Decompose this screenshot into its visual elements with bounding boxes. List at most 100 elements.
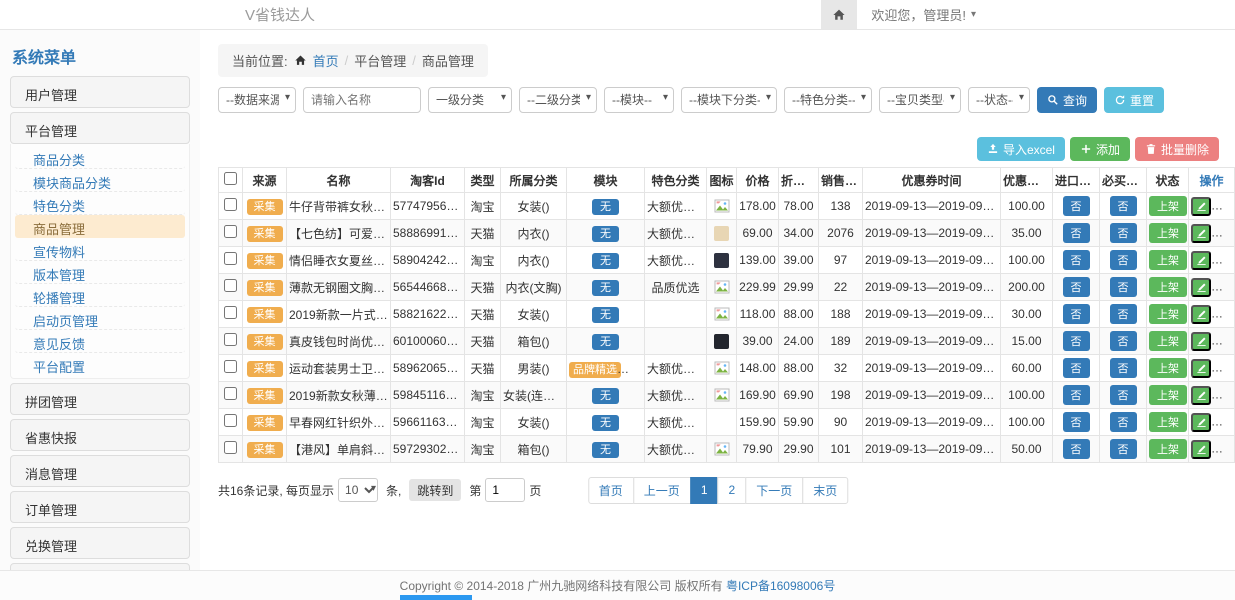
must-buy-toggle-button[interactable]: 否 [1110,304,1137,324]
filter-select[interactable]: --模块-- [604,87,674,113]
filter-select[interactable]: --状态-- [968,87,1030,113]
name-search-input[interactable] [303,87,421,113]
imported-toggle-button[interactable]: 否 [1063,439,1090,459]
status-button[interactable]: 上架 [1149,250,1187,270]
batch-delete-button[interactable]: 批量删除 [1135,137,1219,161]
must-buy-cell: 否 [1100,355,1147,382]
edit-button[interactable] [1191,359,1211,378]
imported-toggle-button[interactable]: 否 [1063,223,1090,243]
edit-button[interactable] [1191,224,1211,243]
sidebar-section-header[interactable]: 消息管理 [10,455,190,487]
edit-button[interactable] [1191,278,1211,297]
filter-select[interactable]: --特色分类-- [784,87,872,113]
row-checkbox[interactable] [224,279,237,292]
filter-select[interactable]: --数据来源-- [218,87,296,113]
imported-toggle-button[interactable]: 否 [1063,304,1090,324]
sidebar-item[interactable]: 商品管理 [15,215,185,238]
imported-toggle-button[interactable]: 否 [1063,412,1090,432]
status-button[interactable]: 上架 [1149,331,1187,351]
navbar-home-button[interactable] [821,0,857,29]
sidebar-item[interactable]: 特色分类 [15,192,185,215]
row-checkbox[interactable] [224,252,237,265]
sidebar-section-header[interactable]: 省惠快报 [10,419,190,451]
edit-button[interactable] [1191,386,1211,405]
sidebar-section-header[interactable]: 兑换管理 [10,527,190,559]
status-button[interactable]: 上架 [1149,223,1187,243]
sidebar-item[interactable]: 平台配置 [15,353,185,376]
status-button[interactable]: 上架 [1149,196,1187,216]
jump-button[interactable]: 跳转到 [409,479,461,501]
filter-select[interactable]: --模块下分类-- [681,87,777,113]
icp-link[interactable]: 粤ICP备16098006号 [726,577,835,594]
edit-button[interactable] [1191,440,1211,459]
must-buy-toggle-button[interactable]: 否 [1110,385,1137,405]
filter-select[interactable]: --二级分类-- [519,87,597,113]
sidebar-item[interactable]: 版本管理 [15,261,185,284]
must-buy-toggle-button[interactable]: 否 [1110,412,1137,432]
edit-button[interactable] [1191,251,1211,270]
status-button[interactable]: 上架 [1149,412,1187,432]
add-button[interactable]: 添加 [1070,137,1130,161]
imported-toggle-button[interactable]: 否 [1063,277,1090,297]
page-button[interactable]: 首页 [588,477,634,504]
sidebar-item[interactable]: 模块商品分类 [15,169,185,192]
row-checkbox[interactable] [224,387,237,400]
must-buy-toggle-button[interactable]: 否 [1110,439,1137,459]
sidebar-section-header[interactable]: 平台管理 [10,112,190,144]
imported-toggle-button[interactable]: 否 [1063,385,1090,405]
sidebar-section-header[interactable]: 统计管理 [10,563,190,570]
row-checkbox[interactable] [224,360,237,373]
must-buy-toggle-button[interactable]: 否 [1110,223,1137,243]
per-page-select[interactable]: 10 [338,478,378,502]
imported-toggle-button[interactable]: 否 [1063,331,1090,351]
page-button-current[interactable]: 1 [690,477,719,504]
sidebar-item[interactable]: 意见反馈 [15,330,185,353]
breadcrumb-home-link[interactable]: 首页 [313,51,339,70]
edit-button[interactable] [1191,332,1211,351]
edit-button[interactable] [1191,197,1211,216]
page-button[interactable]: 上一页 [633,477,691,504]
sidebar-item[interactable]: 宣传物料 [15,238,185,261]
page-button[interactable]: 2 [718,477,747,504]
must-buy-toggle-button[interactable]: 否 [1110,358,1137,378]
imported-toggle-button[interactable]: 否 [1063,196,1090,216]
import-excel-button[interactable]: 导入excel [977,137,1065,161]
sidebar-section-header[interactable]: 订单管理 [10,491,190,523]
must-buy-toggle-button[interactable]: 否 [1110,331,1137,351]
price-cell: 39.00 [737,328,779,355]
row-checkbox[interactable] [224,414,237,427]
row-checkbox[interactable] [224,198,237,211]
imported-toggle-button[interactable]: 否 [1063,358,1090,378]
status-button[interactable]: 上架 [1149,304,1187,324]
row-checkbox[interactable] [224,333,237,346]
search-button[interactable]: 查询 [1037,87,1097,113]
filter-select[interactable]: 一级分类 [428,87,512,113]
status-button[interactable]: 上架 [1149,358,1187,378]
select-all-checkbox[interactable] [224,172,237,185]
row-checkbox[interactable] [224,225,237,238]
imported-toggle-button[interactable]: 否 [1063,250,1090,270]
must-buy-toggle-button[interactable]: 否 [1110,277,1137,297]
reset-button[interactable]: 重置 [1104,87,1164,113]
sidebar-item[interactable]: 启动页管理 [15,307,185,330]
sidebar-item[interactable]: 商品分类 [15,146,185,169]
edit-button[interactable] [1191,413,1211,432]
status-button[interactable]: 上架 [1149,385,1187,405]
sidebar-section-header[interactable]: 用户管理 [10,76,190,108]
status-button[interactable]: 上架 [1149,277,1187,297]
sidebar-section-header[interactable]: 拼团管理 [10,383,190,415]
filter-select[interactable]: --宝贝类型-- [879,87,961,113]
must-buy-toggle-button[interactable]: 否 [1110,250,1137,270]
sidebar-item[interactable]: 轮播管理 [15,284,185,307]
page-button[interactable]: 末页 [802,477,848,504]
row-checkbox[interactable] [224,441,237,454]
user-menu[interactable]: 欢迎您，管理员! ▾ [857,0,990,29]
row-checkbox[interactable] [224,306,237,319]
jump-page-input[interactable] [485,478,525,502]
must-buy-toggle-button[interactable]: 否 [1110,196,1137,216]
coupon-amount-cell: 50.00 [1001,436,1053,463]
status-button[interactable]: 上架 [1149,439,1187,459]
page-button[interactable]: 下一页 [745,477,803,504]
imported-cell: 否 [1053,220,1100,247]
edit-button[interactable] [1191,305,1211,324]
